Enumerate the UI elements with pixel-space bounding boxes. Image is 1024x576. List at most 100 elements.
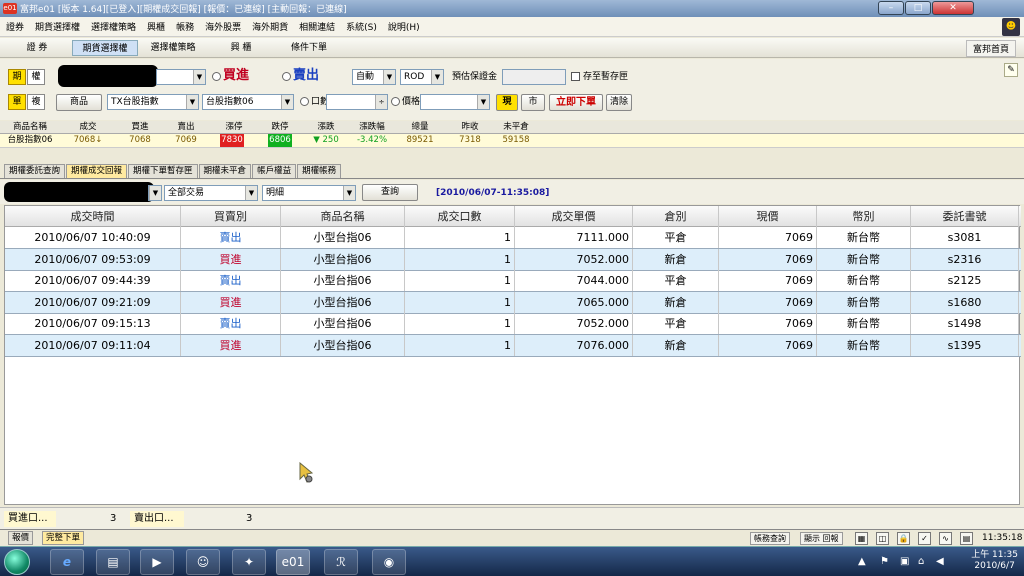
tab-conditional-order[interactable]: 條件下單 xyxy=(276,40,342,56)
tab-fill-report[interactable]: 期權成交回報 xyxy=(66,164,128,178)
tray-up-icon[interactable]: ▲ xyxy=(858,556,866,567)
cell-order-no: s1395 xyxy=(911,334,1019,356)
tab-open-position[interactable]: 期權未平倉 xyxy=(198,164,252,178)
query-button[interactable]: 查詢 xyxy=(362,184,418,201)
tray-network-icon[interactable]: ⌂ xyxy=(918,556,924,567)
single-order-toggle[interactable]: 單 xyxy=(8,94,26,110)
system-clock[interactable]: 上午 11:35 2010/6/7 xyxy=(971,550,1018,572)
price-stepper[interactable]: ▼ xyxy=(420,94,490,110)
current-price-button[interactable]: 現 xyxy=(496,94,518,111)
start-button-icon[interactable] xyxy=(4,549,30,575)
column-header-current-price[interactable]: 現價 xyxy=(719,206,817,227)
check-icon[interactable]: ✓ xyxy=(918,532,931,545)
product-select[interactable]: TX台股指數 ▼ xyxy=(107,94,199,110)
menu-item[interactable]: 系統(S) xyxy=(346,20,377,33)
cell-current-price: 7069 xyxy=(719,248,817,270)
cell-position-type: 新倉 xyxy=(633,291,719,313)
column-header-side[interactable]: 買賣別 xyxy=(181,206,281,227)
e01-app-icon[interactable]: e01 xyxy=(276,549,310,575)
grid-icon[interactable]: ▤ xyxy=(960,532,973,545)
tray-app-icon[interactable]: ▣ xyxy=(900,556,909,567)
tab-account-ledger[interactable]: 期權帳務 xyxy=(297,164,342,178)
folder-icon[interactable]: ▤ xyxy=(96,549,130,575)
options-toggle[interactable]: 權 xyxy=(27,69,45,85)
cell-current-price: 7069 xyxy=(719,334,817,356)
close-button[interactable]: ✕ xyxy=(932,1,974,15)
table-row[interactable]: 2010/06/07 09:15:13 賣出 小型台指06 1 7052.000 平倉 70… xyxy=(5,313,1021,335)
help-agent-icon[interactable]: ☻ xyxy=(1002,18,1020,36)
show-report-button[interactable]: 顯示 回報 xyxy=(800,532,843,545)
maximize-button[interactable]: □ xyxy=(905,1,931,15)
column-header-order-no[interactable]: 委託書號 xyxy=(911,206,1019,227)
column-header-currency[interactable]: 幣別 xyxy=(817,206,911,227)
submit-order-button[interactable]: 立即下單 xyxy=(549,94,603,111)
tab-order-temp[interactable]: 期權下單暫存匣 xyxy=(128,164,198,178)
tab-order-query[interactable]: 期權委託查詢 xyxy=(4,164,66,178)
tab-emerging[interactable]: 興 櫃 xyxy=(208,40,274,56)
save-temp-checkbox[interactable]: 存至暫存匣 xyxy=(571,69,628,85)
sell-radio[interactable]: 賣出 xyxy=(282,68,319,85)
quote-cell: 台股指數06 xyxy=(7,135,53,145)
account-select[interactable]: ▼ xyxy=(156,69,206,85)
table-row[interactable]: 2010/06/07 09:11:04 買進 小型台指06 1 7076.000 新倉 70… xyxy=(5,334,1021,357)
tab-futures-options[interactable]: 期貨選擇權 xyxy=(72,39,138,56)
time-in-force-select[interactable]: ROD ▼ xyxy=(400,69,444,85)
column-header-position-type[interactable]: 倉別 xyxy=(633,206,719,227)
quote-row[interactable]: 台股指數06 7068↓ 7068 7069 7830 6806 ▼ 250 -… xyxy=(0,134,1024,148)
app-yellow-icon[interactable]: ✦ xyxy=(232,549,266,575)
menu-item[interactable]: 相關連結 xyxy=(299,20,335,33)
tab-account-equity[interactable]: 帳戶權益 xyxy=(252,164,297,178)
column-header-fill-qty[interactable]: 成交口數 xyxy=(405,206,515,227)
column-header-fill-price[interactable]: 成交單價 xyxy=(515,206,633,227)
ie-icon[interactable]: e xyxy=(50,549,84,575)
column-header-fill-time[interactable]: 成交時間 xyxy=(5,206,181,227)
product-button[interactable]: 商品 xyxy=(56,94,102,111)
tab-securities[interactable]: 證 券 xyxy=(4,40,70,56)
clear-button[interactable]: 清除 xyxy=(606,94,632,111)
menu-item[interactable]: 說明(H) xyxy=(388,20,420,33)
quote-header: 商品名稱 成交 買進 賣出 漲停 跌停 漲跌 漲跌幅 總量 昨收 未平倉 xyxy=(0,121,1024,134)
menu-item[interactable]: 證券 xyxy=(6,20,24,33)
menu-item[interactable]: 海外股票 xyxy=(205,20,241,33)
firefox-icon[interactable]: ◉ xyxy=(372,549,406,575)
table-row[interactable]: 2010/06/07 09:44:39 賣出 小型台指06 1 7044.000 平倉 70… xyxy=(5,270,1021,292)
chart-icon[interactable]: ∿ xyxy=(939,532,952,545)
window-icon[interactable]: ◫ xyxy=(876,532,889,545)
trade-filter-select[interactable]: 全部交易 ▼ xyxy=(164,185,258,201)
account-dropdown[interactable]: ▼ xyxy=(148,185,162,201)
tab-quote[interactable]: 報價 xyxy=(8,531,34,545)
menu-item[interactable]: 帳務 xyxy=(176,20,194,33)
table-row[interactable]: 2010/06/07 09:53:09 買進 小型台指06 1 7052.000 新倉 70… xyxy=(5,248,1021,271)
tray-volume-icon[interactable]: ◀ xyxy=(936,556,944,567)
market-price-button[interactable]: 市 xyxy=(521,94,545,111)
home-button[interactable]: 富邦首頁 xyxy=(965,40,1016,57)
order-type-select[interactable]: 自動 ▼ xyxy=(352,69,396,85)
table-row[interactable]: 2010/06/07 09:21:09 買進 小型台指06 1 7065.000 新倉 70… xyxy=(5,291,1021,314)
cell-fill-qty: 1 xyxy=(405,248,515,270)
menu-item[interactable]: 選擇權策略 xyxy=(91,20,136,33)
account-query-button[interactable]: 帳務查詢 xyxy=(750,532,790,545)
tab-option-strategy[interactable]: 選擇權策略 xyxy=(140,40,206,56)
lock-icon[interactable]: 🔒 xyxy=(897,532,910,545)
detail-select[interactable]: 明細 ▼ xyxy=(262,185,356,201)
buy-radio[interactable]: 買進 xyxy=(212,68,249,85)
menu-item[interactable]: 興櫃 xyxy=(147,20,165,33)
sell-qty-label: 賣出口... xyxy=(130,511,184,527)
acrobat-icon[interactable]: ℛ xyxy=(324,549,358,575)
messenger-icon[interactable]: ☺ xyxy=(186,549,220,575)
table-row[interactable]: 2010/06/07 10:40:09 賣出 小型台指06 1 7111.000 平倉 70… xyxy=(5,227,1021,249)
calendar-icon[interactable]: ▦ xyxy=(855,532,868,545)
minimize-button[interactable]: – xyxy=(878,1,904,15)
tray-flag-icon[interactable]: ⚑ xyxy=(880,556,889,567)
menu-item[interactable]: 期貨選擇權 xyxy=(35,20,80,33)
compound-order-toggle[interactable]: 複 xyxy=(27,94,45,110)
media-player-icon[interactable]: ▶ xyxy=(140,549,174,575)
contract-select[interactable]: 台股指數06 ▼ xyxy=(202,94,294,110)
menu-item[interactable]: 海外期貨 xyxy=(252,20,288,33)
qty-stepper[interactable]: ÷ xyxy=(326,94,388,110)
column-header-product[interactable]: 商品名稱 xyxy=(281,206,405,227)
futures-toggle[interactable]: 期 xyxy=(8,69,26,85)
pencil-icon[interactable]: ✎ xyxy=(1004,63,1018,77)
cell-currency: 新台幣 xyxy=(817,270,911,291)
tab-full-order[interactable]: 完整下單 xyxy=(42,531,85,545)
